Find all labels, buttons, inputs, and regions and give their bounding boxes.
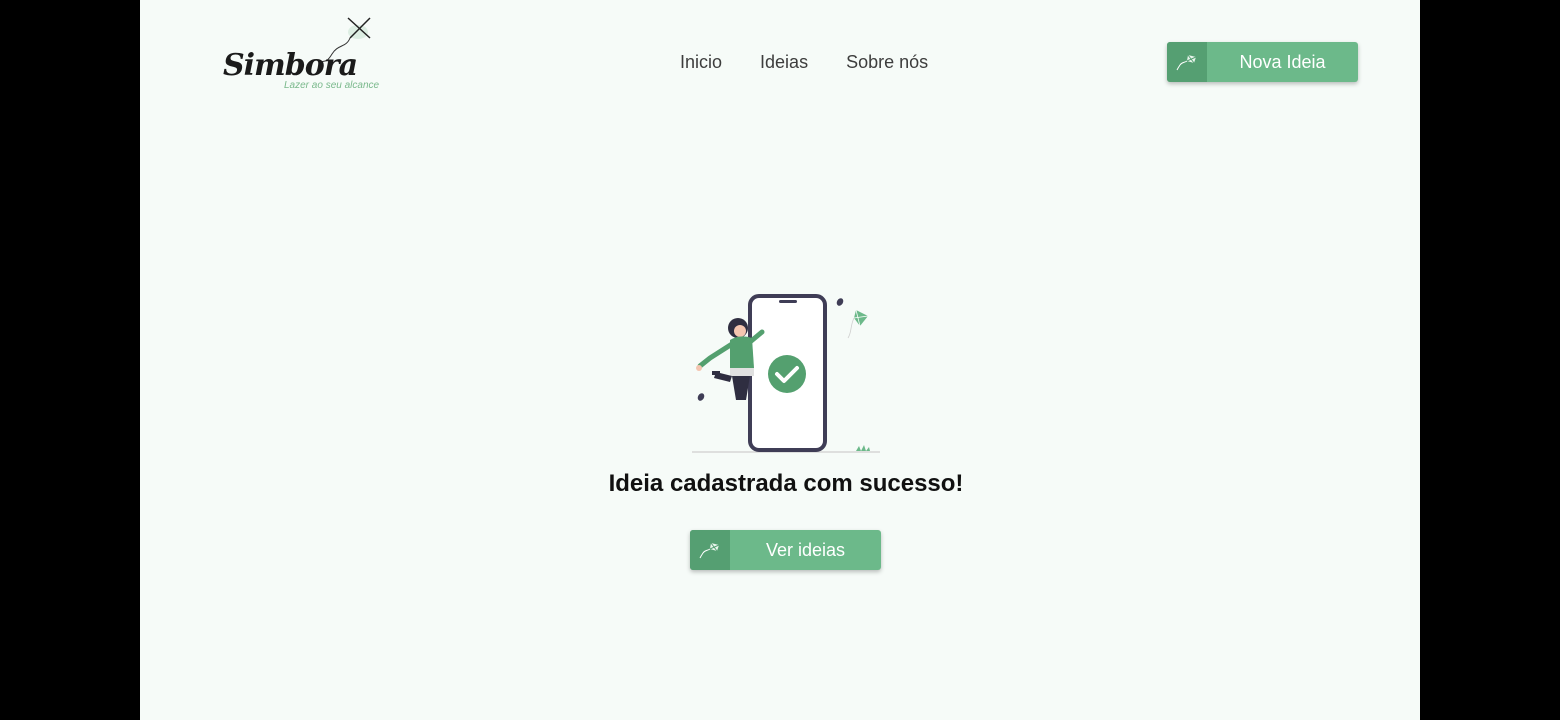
logo-wordmark: Simbora xyxy=(223,48,358,83)
nav-link-ideias[interactable]: Ideias xyxy=(760,50,808,74)
main-nav: Inicio Ideias Sobre nós xyxy=(680,50,966,74)
kite-icon xyxy=(690,530,730,570)
phone-success-illustration xyxy=(692,294,880,453)
kite-icon xyxy=(1167,42,1207,82)
ver-ideias-label: Ver ideias xyxy=(765,539,846,560)
page: Simbora Lazer ao seu alcance Inicio Idei… xyxy=(140,0,1420,720)
success-message: Ideia cadastrada com sucesso! xyxy=(608,470,964,497)
nova-ideia-label: Nova Ideia xyxy=(1239,51,1326,72)
logo[interactable]: Simbora Lazer ao seu alcance xyxy=(220,14,385,100)
nav-link-sobre-nos[interactable]: Sobre nós xyxy=(846,50,928,74)
nova-ideia-button[interactable]: Nova Ideia xyxy=(1167,42,1358,82)
nav-link-inicio[interactable]: Inicio xyxy=(680,50,722,74)
logo-tagline: Lazer ao seu alcance xyxy=(284,80,380,91)
ver-ideias-button[interactable]: Ver ideias xyxy=(690,530,881,570)
